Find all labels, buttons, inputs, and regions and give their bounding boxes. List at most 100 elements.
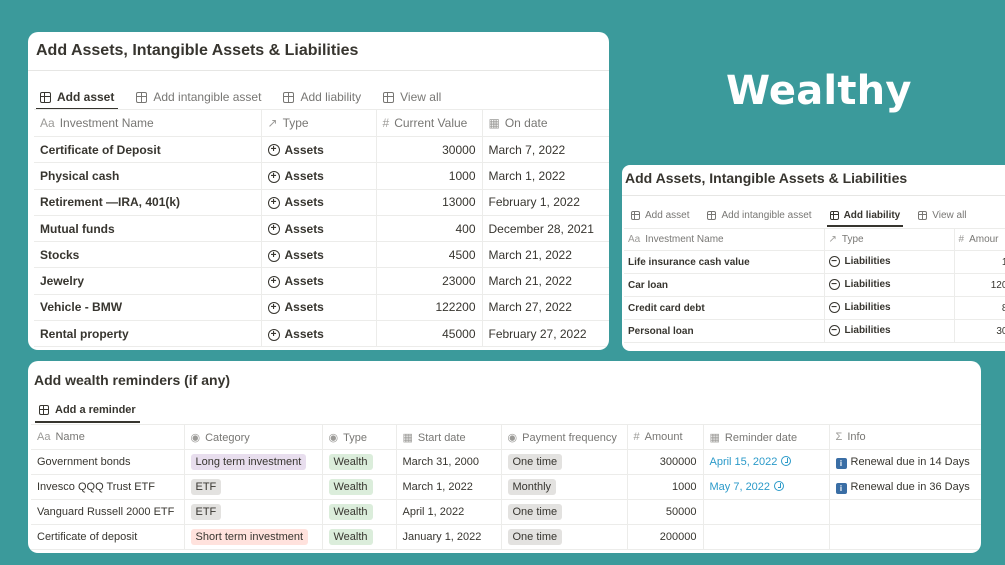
reminder-date-cell[interactable]: April 15, 2022 (702, 449, 829, 475)
reminder-date-link[interactable]: May 7, 2022 (710, 481, 771, 493)
amount-cell[interactable]: 300 (953, 319, 1005, 343)
table-row[interactable]: Vanguard Russell 2000 ETF ETF Wealth April … (31, 499, 981, 525)
frequency-tag[interactable]: One time (507, 529, 563, 545)
column-header-category[interactable]: ◉ Category (183, 424, 322, 450)
on-date-cell[interactable]: March 27, 2022 (481, 294, 609, 322)
tab-add-liability[interactable]: Add liability (826, 204, 904, 227)
column-header-investment-name[interactable]: Aa Investment Name (34, 109, 261, 137)
category-tag[interactable]: ETF (190, 504, 222, 520)
amount-cell[interactable]: 200000 (626, 524, 703, 550)
amount-cell[interactable]: 12 (953, 250, 1005, 274)
type-label[interactable]: Assets (285, 222, 324, 236)
investment-name-cell[interactable]: Stocks (34, 241, 261, 269)
amount-cell[interactable]: 1200 (953, 273, 1005, 297)
on-date-cell[interactable]: March 1, 2022 (481, 162, 609, 190)
table-row[interactable]: Certificate of deposit Short term investm… (31, 524, 981, 550)
name-cell[interactable]: Vanguard Russell 2000 ETF (31, 499, 184, 525)
table-row[interactable]: Government bonds Long term investment Weal… (31, 449, 981, 475)
type-cell[interactable]: − Liabilities (823, 273, 954, 297)
column-header-amount[interactable]: # Amour (953, 228, 1005, 251)
type-cell[interactable]: − Liabilities (823, 296, 954, 320)
type-cell[interactable]: + Assets (260, 215, 376, 243)
type-tag[interactable]: Wealth (328, 454, 373, 470)
table-row[interactable]: Credit card debt−Liabilities80 (624, 296, 1005, 320)
frequency-tag[interactable]: One time (507, 454, 563, 470)
type-label[interactable]: Liabilities (845, 303, 891, 314)
type-cell[interactable]: Wealth (321, 499, 396, 525)
tab-add-reminder[interactable]: Add a reminder (35, 398, 140, 423)
type-cell[interactable]: − Liabilities (823, 250, 954, 274)
type-cell[interactable]: Wealth (321, 524, 396, 550)
column-header-info[interactable]: Σ Info (828, 424, 981, 450)
reminder-date-link[interactable]: April 15, 2022 (710, 456, 778, 468)
on-date-cell[interactable]: March 21, 2022 (481, 267, 609, 295)
table-row[interactable]: Personal loan−Liabilities300 (624, 319, 1005, 343)
table-row[interactable]: Rental property + Assets 45000 February 27, … (34, 320, 609, 348)
column-header-amount[interactable]: # Amount (626, 424, 703, 450)
current-value-cell[interactable]: 4500 (375, 241, 482, 269)
table-row[interactable]: Certificate of Deposit + Assets 30000 March … (34, 136, 609, 164)
investment-name-cell[interactable]: Retirement —IRA, 401(k) (34, 189, 261, 216)
amount-cell[interactable]: 50000 (626, 499, 703, 525)
on-date-cell[interactable]: February 27, 2022 (481, 320, 609, 348)
type-label[interactable]: Assets (285, 169, 324, 183)
table-row[interactable]: Retirement —IRA, 401(k) + Assets 13000 Febru… (34, 189, 609, 216)
table-row[interactable]: Invesco QQQ Trust ETF ETF Wealth March 1, 2… (31, 474, 981, 500)
amount-cell[interactable]: 80 (953, 296, 1005, 320)
type-label[interactable]: Liabilities (845, 326, 891, 337)
on-date-cell[interactable]: March 21, 2022 (481, 241, 609, 269)
frequency-cell[interactable]: Monthly (500, 474, 627, 500)
investment-name-cell[interactable]: Car loan (624, 273, 824, 297)
type-cell[interactable]: + Assets (260, 267, 376, 295)
category-tag[interactable]: ETF (190, 479, 222, 495)
column-header-on-date[interactable]: ▦ On date (481, 109, 609, 137)
table-row[interactable]: Life insurance cash value−Liabilities12 (624, 250, 1005, 274)
column-header-reminder-date[interactable]: ▦ Reminder date (702, 424, 829, 450)
category-cell[interactable]: ETF (183, 474, 322, 500)
type-label[interactable]: Liabilities (845, 280, 891, 291)
category-tag[interactable]: Long term investment (190, 454, 307, 470)
reminder-date-cell[interactable]: May 7, 2022 (702, 474, 829, 500)
reminder-date-cell[interactable] (702, 524, 829, 550)
name-cell[interactable]: Invesco QQQ Trust ETF (31, 474, 184, 500)
investment-name-cell[interactable]: Jewelry (34, 267, 261, 295)
current-value-cell[interactable]: 122200 (375, 294, 482, 322)
info-cell[interactable]: i Renewal due in 36 Days (828, 474, 981, 500)
type-label[interactable]: Assets (285, 300, 324, 314)
amount-cell[interactable]: 300000 (626, 449, 703, 475)
start-date-cell[interactable]: April 1, 2022 (395, 499, 501, 525)
investment-name-cell[interactable]: Certificate of Deposit (34, 136, 261, 164)
column-header-name[interactable]: Aa Name (31, 424, 184, 450)
current-value-cell[interactable]: 23000 (375, 267, 482, 295)
investment-name-cell[interactable]: Rental property (34, 320, 261, 348)
start-date-cell[interactable]: March 31, 2000 (395, 449, 501, 475)
column-header-payment-frequency[interactable]: ◉ Payment frequency (500, 424, 627, 450)
reminder-date-cell[interactable] (702, 499, 829, 525)
info-cell[interactable]: i Renewal due in 14 Days (828, 449, 981, 475)
type-label[interactable]: Liabilities (845, 257, 891, 268)
type-cell[interactable]: + Assets (260, 241, 376, 269)
type-cell[interactable]: Wealth (321, 449, 396, 475)
investment-name-cell[interactable]: Physical cash (34, 162, 261, 190)
tab-view-all[interactable]: View all (379, 85, 445, 109)
type-cell[interactable]: + Assets (260, 320, 376, 348)
investment-name-cell[interactable]: Mutual funds (34, 215, 261, 243)
current-value-cell[interactable]: 13000 (375, 189, 482, 216)
table-row[interactable]: Physical cash + Assets 1000 March 1, 2022 (34, 162, 609, 190)
frequency-tag[interactable]: One time (507, 504, 563, 520)
type-label[interactable]: Assets (285, 327, 324, 341)
column-header-type[interactable]: ◉ Type (321, 424, 396, 450)
type-label[interactable]: Assets (285, 143, 324, 157)
type-cell[interactable]: Wealth (321, 474, 396, 500)
start-date-cell[interactable]: January 1, 2022 (395, 524, 501, 550)
type-label[interactable]: Assets (285, 274, 324, 288)
investment-name-cell[interactable]: Vehicle - BMW (34, 294, 261, 322)
frequency-cell[interactable]: One time (500, 449, 627, 475)
current-value-cell[interactable]: 30000 (375, 136, 482, 164)
type-tag[interactable]: Wealth (328, 504, 373, 520)
table-row[interactable]: Stocks + Assets 4500 March 21, 2022 (34, 241, 609, 269)
current-value-cell[interactable]: 1000 (375, 162, 482, 190)
info-cell[interactable] (828, 499, 981, 525)
on-date-cell[interactable]: December 28, 2021 (481, 215, 609, 243)
current-value-cell[interactable]: 45000 (375, 320, 482, 348)
